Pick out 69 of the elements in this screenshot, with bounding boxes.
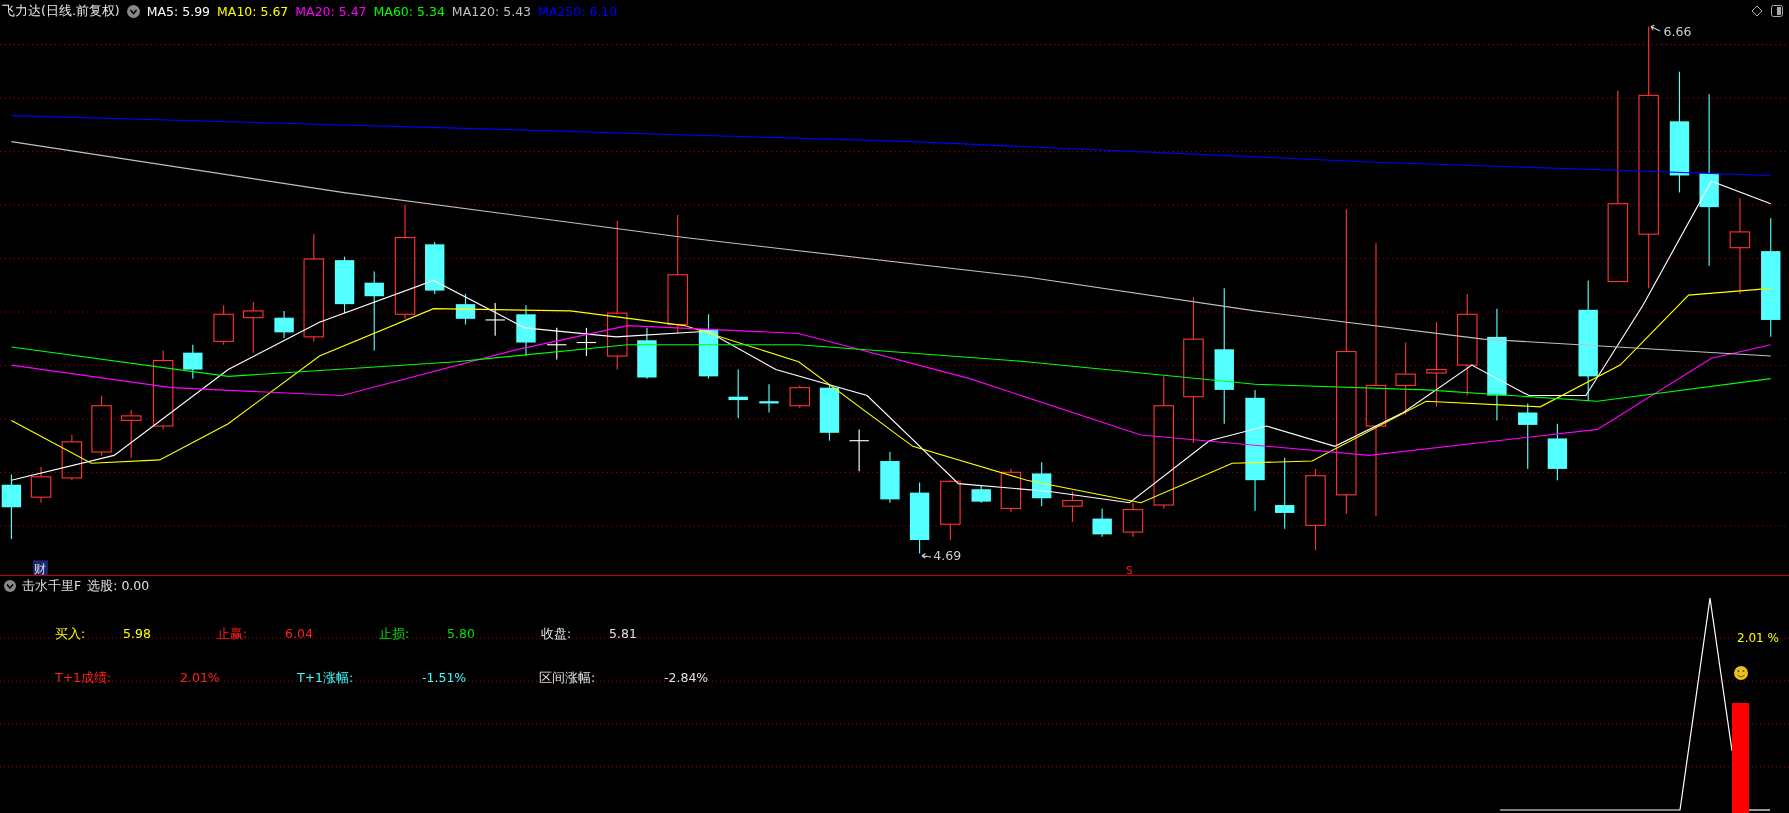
stat-label: 买入: <box>55 625 87 643</box>
ma-legend-item: MA250: 6.10 <box>538 3 618 19</box>
candlestick <box>728 369 748 419</box>
candlestick <box>1032 461 1052 507</box>
candlestick <box>1062 490 1083 523</box>
stat-label: T+1成绩: <box>55 669 113 687</box>
ma-legend-item: MA5: 5.99 <box>146 3 211 19</box>
candlestick <box>61 434 83 481</box>
candlestick <box>1000 468 1022 513</box>
candlestick <box>1 474 22 540</box>
candlestick <box>516 304 536 357</box>
stat-label: 止赢: <box>217 625 249 643</box>
high-price-label: 6.66 <box>1663 23 1692 39</box>
candlestick <box>637 327 657 380</box>
candlestick <box>759 383 779 414</box>
candlestick <box>274 310 294 339</box>
stat-value: 2.01% <box>180 669 220 687</box>
stat-value: 5.98 <box>123 625 151 643</box>
stock-title: 飞力达(日线.前复权) <box>2 2 120 20</box>
stat-label: 止损: <box>379 625 411 643</box>
ma-legend-item: MA20: 5.47 <box>295 3 367 19</box>
candlestick <box>213 304 234 346</box>
stat-value: -1.51% <box>422 669 467 687</box>
high-price-pointer <box>1650 24 1661 32</box>
candlestick <box>848 428 870 472</box>
diamond-icon[interactable] <box>1751 5 1763 17</box>
candlestick <box>30 466 52 504</box>
stat-label: 收盘: <box>541 625 573 643</box>
candlestick <box>425 241 445 295</box>
ma-legend-item: MA120: 5.43 <box>451 3 532 19</box>
candlestick <box>1092 507 1112 538</box>
stat-label: 区间涨幅: <box>539 669 597 687</box>
candlestick <box>940 479 961 541</box>
candlestick <box>484 302 506 337</box>
candlestick <box>789 384 811 409</box>
candlestick <box>334 256 355 314</box>
candlestick <box>183 344 203 380</box>
candlestick <box>971 485 991 504</box>
stat-label: T+1涨幅: <box>297 669 355 687</box>
candlestick <box>1122 502 1144 538</box>
candlestick <box>1518 402 1538 470</box>
stat-value: -2.84% <box>664 669 709 687</box>
smiley-icon <box>1734 666 1748 680</box>
candlestick <box>1547 423 1568 481</box>
candlestick <box>546 327 568 360</box>
candlestick <box>120 409 142 459</box>
candlestick <box>698 313 719 380</box>
finance-marker[interactable]: 财 <box>33 560 48 575</box>
selection-value: 选股: 0.00 <box>87 577 150 595</box>
readout-value: 2.01 % <box>1737 631 1779 645</box>
low-price-pointer <box>921 553 932 559</box>
sell-signal-marker: S <box>1126 564 1133 575</box>
stat-value: 5.80 <box>447 625 475 643</box>
low-price-label: 4.69 <box>933 548 962 564</box>
indicator-baseline <box>1748 809 1771 811</box>
candlestick <box>819 383 840 442</box>
stat-value: 6.04 <box>285 625 313 643</box>
panel-toggle-icon[interactable] <box>1771 5 1783 17</box>
candlestick <box>576 327 597 357</box>
dropdown-icon[interactable] <box>4 580 16 592</box>
ma-legend-item: MA60: 5.34 <box>373 3 445 19</box>
stat-value: 5.81 <box>609 625 637 643</box>
candlestick <box>455 293 476 326</box>
candlestick <box>243 301 264 354</box>
indicator-name: 击水千里F <box>22 577 82 595</box>
candlestick <box>91 395 112 456</box>
candlestick <box>880 451 900 504</box>
ma-legend-item: MA10: 5.67 <box>217 3 289 19</box>
dropdown-icon[interactable] <box>126 4 140 18</box>
